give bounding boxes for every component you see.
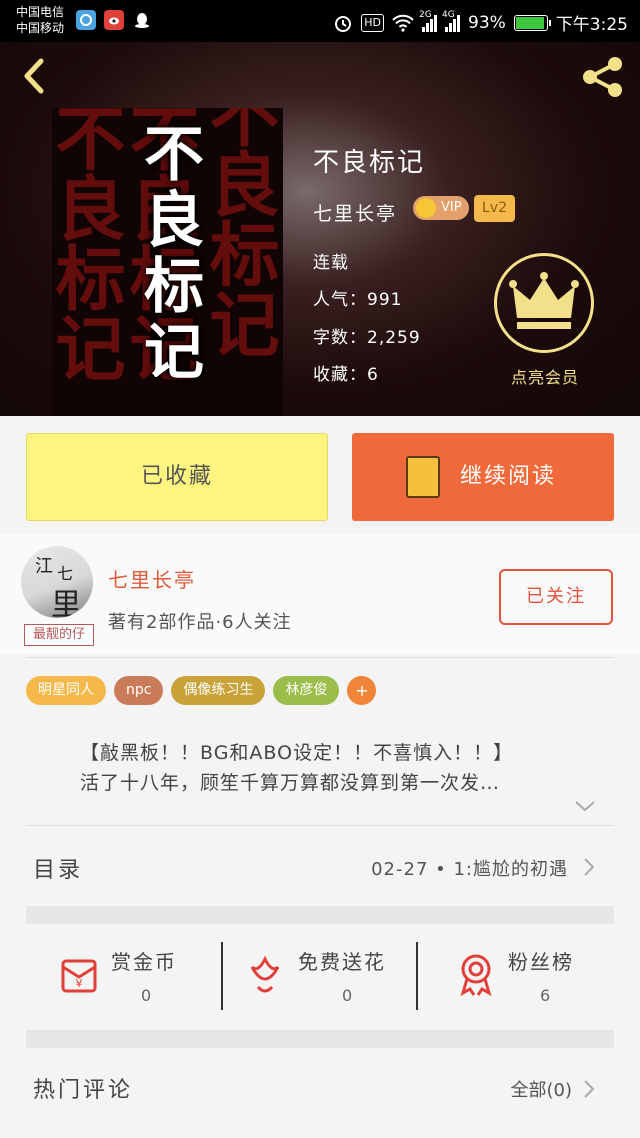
continue-reading-button[interactable]: 继续阅读 [352,433,614,521]
stat-value: 6 [540,986,551,1005]
book-header: 不良标记不良标记 不良标记不良标记 不良标记 不良标记 七里长亭 VIP Lv2… [0,42,640,416]
chevron-right-icon [584,1080,595,1098]
toc-label: 目录 [33,858,84,883]
alarm-icon [335,15,352,32]
signal-icon-1: 2G [419,10,438,32]
section-gap [26,1030,614,1048]
divider [26,825,614,826]
carrier-1: 中国电信 [16,5,65,19]
svg-text:¥: ¥ [76,977,83,990]
avatar-text-top: 江 [35,556,53,577]
author-name[interactable]: 七里长亭 [108,564,196,593]
status-right: HD 2G 4G 93% 下午3:25 [333,10,628,35]
expand-chevron-icon[interactable] [573,798,597,814]
avatar-text-big: 里 [51,588,81,618]
book-popularity: 人气：991 [313,290,403,310]
section-gap [26,906,614,924]
stat-divider [416,942,418,1010]
book-cover[interactable]: 不良标记不良标记 不良标记不良标记 不良标记 [52,108,283,416]
avatar-tag: 最靓的仔 [24,624,94,646]
carrier-labels: 中国电信 中国移动 [16,4,64,36]
book-title: 不良标记 [313,148,426,178]
qq-icon [132,10,152,30]
book-word-count: 字数：2,259 [313,328,421,348]
book-status: 连载 [313,253,349,273]
vip-crown-icon [416,198,436,218]
continue-reading-label: 继续阅读 [460,464,557,489]
add-tag-button[interactable]: + [347,676,377,705]
stat-label: 免费送花 [298,950,386,974]
author-meta: 著有2部作品·6人关注 [108,612,292,633]
author-section: 江 七 里 最靓的仔 七里长亭 著有2部作品·6人关注 已关注 [0,534,640,654]
cover-title: 不良标记 [144,120,204,388]
vip-membership-label[interactable]: 点亮会员 [497,364,593,388]
back-arrow-icon[interactable] [14,56,54,96]
clock: 下午3:25 [555,15,628,35]
tag-chip[interactable]: 林彦俊 [273,676,340,705]
stat-label: 赏金币 [111,950,177,974]
level-badge: Lv2 [474,195,515,222]
follow-button[interactable]: 已关注 [499,569,613,625]
carrier-2: 中国移动 [16,21,65,35]
wifi-icon [392,14,414,32]
crown-icon [509,272,579,329]
divider [26,657,614,658]
avatar[interactable]: 江 七 里 [21,546,93,618]
status-bar: 中国电信 中国移动 HD 2G 4G 93% 下午3:25 [0,0,640,42]
tag-chip[interactable]: 偶像练习生 [171,676,266,705]
stat-fans[interactable]: 粉丝榜 6 [418,926,614,1030]
tag-list: 明星同人 npc 偶像练习生 林彦俊 + [26,676,377,705]
reward-coin-icon: ¥ [61,959,97,993]
book-favorites: 收藏：6 [313,365,379,385]
tag-chip[interactable]: 明星同人 [26,676,106,705]
vip-badge: VIP [413,196,469,220]
share-icon[interactable] [580,54,626,100]
intro-line-2: 活了十八年，顾笙千算万算都没算到第一次发… [80,772,501,794]
network-type-2: 4G [442,9,455,20]
notification-icons [76,10,152,30]
stat-value: 0 [141,986,152,1005]
medal-icon [460,954,492,997]
hot-comments-label: 热门评论 [33,1078,134,1103]
book-author[interactable]: 七里长亭 [313,199,397,226]
stat-flowers[interactable]: 免费送花 0 [222,926,418,1030]
signal-icon-2: 4G [442,10,461,32]
toc-latest-chapter: 02-27 • 1:尴尬的初遇 [371,859,568,880]
battery-percent: 93% [468,12,506,33]
vip-membership-button[interactable] [494,253,594,353]
stat-divider [221,942,223,1010]
stats-row: ¥ 赏金币 0 免费送花 0 粉丝榜 6 [26,926,614,1030]
favorited-button[interactable]: 已收藏 [26,433,328,521]
hd-badge: HD [361,13,385,32]
toc-row[interactable]: 目录 02-27 • 1:尴尬的初遇 [0,828,640,904]
network-type-1: 2G [419,9,432,20]
weibo-icon [104,10,124,30]
app-notification-icon [76,10,96,30]
stat-value: 0 [342,986,353,1005]
vip-label: VIP [441,200,462,215]
battery-icon [513,14,551,31]
tag-chip[interactable]: npc [114,676,164,705]
intro-line-1: 【敲黑板！！BG和ABO设定！！不喜慎入！！】 [80,742,514,764]
book-icon [406,456,440,498]
flower-icon [250,955,280,993]
stat-label: 粉丝榜 [508,950,574,974]
chevron-right-icon [584,858,595,876]
all-comments-link[interactable]: 全部(0) [511,1076,573,1102]
hot-comments-row[interactable]: 热门评论 全部(0) [0,1048,640,1138]
stat-reward[interactable]: ¥ 赏金币 0 [26,926,222,1030]
